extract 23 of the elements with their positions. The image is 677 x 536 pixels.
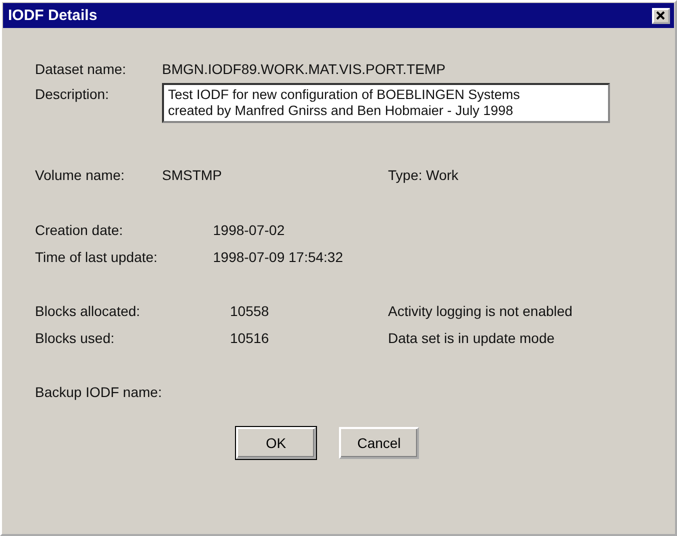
close-icon[interactable] bbox=[652, 8, 670, 24]
field-label: Volume name: bbox=[35, 167, 126, 183]
field-value: Work bbox=[426, 167, 460, 183]
field-value: 10558 bbox=[230, 303, 270, 319]
cancel-button[interactable]: Cancel bbox=[339, 427, 419, 459]
field-label: Type: bbox=[388, 167, 424, 183]
field-label: Time of last update: bbox=[35, 249, 158, 265]
status-text: Data set is in update mode bbox=[388, 330, 556, 346]
field-label: Blocks allocated: bbox=[35, 303, 142, 319]
field-value: 1998-07-09 17:54:32 bbox=[213, 249, 344, 265]
field-value: BMGN.IODF89.WORK.MAT.VIS.PORT.TEMP bbox=[162, 61, 446, 77]
description-field[interactable]: Test IODF for new configuration of BOEBLINGEN Systems created by Manfred Gnirss and Ben Hobmaier - July 1998 bbox=[162, 83, 610, 123]
field-label: Dataset name: bbox=[35, 61, 128, 77]
field-label: Creation date: bbox=[35, 222, 124, 238]
window-title: IODF Details bbox=[8, 7, 98, 24]
field-value: 10516 bbox=[230, 330, 270, 346]
field-label: Blocks used: bbox=[35, 330, 116, 346]
ok-button[interactable]: OK bbox=[236, 427, 316, 459]
field-label: Backup IODF name: bbox=[35, 384, 162, 400]
status-text: Activity logging is not enabled bbox=[388, 303, 574, 319]
field-value: 1998-07-02 bbox=[213, 222, 286, 238]
field-label: Description: bbox=[35, 86, 110, 102]
field-value: SMSTMP bbox=[162, 167, 223, 183]
